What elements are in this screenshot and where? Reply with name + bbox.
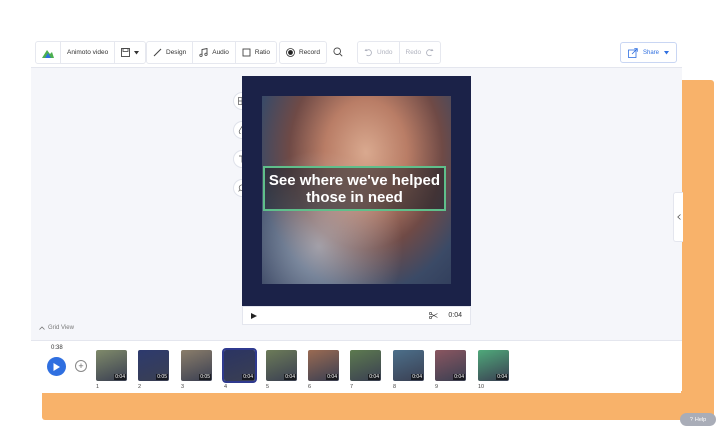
scene-number: 1 [96, 384, 100, 390]
scene-number: 6 [308, 384, 312, 390]
scene-number: 7 [350, 384, 354, 390]
undo-icon [364, 48, 373, 57]
share-label: Share [642, 49, 659, 56]
scene-number: 2 [138, 384, 142, 390]
audio-button[interactable]: Audio [192, 42, 235, 63]
scene-thumbnail[interactable]: 0:04 5 [266, 350, 297, 390]
record-label: Record [299, 49, 320, 56]
ratio-button[interactable]: Ratio [234, 42, 276, 63]
save-menu-button[interactable] [114, 42, 145, 63]
share-button[interactable]: Share [619, 42, 677, 63]
decorative-frame-right [681, 80, 714, 420]
search-group [327, 41, 349, 62]
panel-collapse-tab[interactable] [673, 192, 683, 242]
scene-thumbnail[interactable]: 0:05 3 [181, 350, 212, 390]
scene-number: 5 [266, 384, 270, 390]
add-scene-button[interactable]: + [75, 360, 87, 372]
grid-view-toggle[interactable]: Grid View [39, 325, 74, 331]
caret-down-icon [664, 50, 669, 55]
audio-label: Audio [212, 49, 229, 56]
video-preview[interactable]: See where we've helped those in need [242, 76, 471, 306]
video-editor: Animoto video Design Audio Ratio Record … [31, 37, 716, 426]
scene-thumbnail[interactable]: 0:04 7 [350, 350, 381, 390]
question-icon: ? [689, 416, 693, 423]
design-button[interactable]: Design [147, 42, 192, 63]
scene-timeline: 0:38 + 0:04 1 0:05 2 0:05 3 0:04 4 0:04 5 0:04 6 0:0… [31, 340, 682, 391]
scissors-icon[interactable] [429, 312, 439, 319]
total-duration: 0:38 [51, 345, 63, 351]
scene-thumbnail[interactable]: 0:04 10 [478, 350, 509, 390]
scene-thumbnail[interactable]: 0:04 4 [222, 348, 257, 390]
scene-thumbnail[interactable]: 0:05 2 [138, 350, 169, 390]
redo-label: Redo [405, 49, 422, 56]
grid-view-label: Grid View [48, 325, 74, 331]
scene-duration: 0:04 [114, 374, 126, 380]
scene-number: 9 [435, 384, 439, 390]
history-group: Undo Redo [357, 41, 442, 64]
scene-thumbnail[interactable]: 0:04 1 [96, 350, 127, 390]
help-label: Help [694, 416, 707, 423]
record-button[interactable]: Record [280, 42, 326, 63]
undo-label: Undo [377, 49, 393, 56]
scene-duration: 0:04 [368, 374, 380, 380]
undo-button[interactable]: Undo [358, 42, 399, 63]
search-button[interactable] [327, 41, 349, 62]
crop-icon [242, 48, 251, 57]
clip-time: 0:04 [448, 312, 462, 319]
design-group: Design Audio Ratio [146, 41, 278, 64]
scene-duration: 0:04 [496, 374, 508, 380]
brush-icon [153, 48, 162, 57]
play-icon [53, 362, 60, 371]
caption-text-block[interactable]: See where we've helped those in need [263, 166, 446, 211]
scene-duration: 0:04 [411, 374, 423, 380]
caret-down-icon [134, 50, 140, 55]
record-group: Record [279, 41, 327, 64]
design-label: Design [166, 49, 187, 56]
scene-thumbnail[interactable]: 0:04 8 [393, 350, 424, 390]
project-group: Animoto video [35, 41, 147, 64]
save-icon [121, 48, 131, 57]
decorative-frame-bottom [42, 393, 714, 420]
scene-number: 4 [224, 384, 228, 390]
preview-playbar: 0:04 [242, 306, 471, 325]
chevron-up-icon [39, 326, 45, 330]
caption-line-2: those in need [306, 188, 403, 206]
scene-thumbnail[interactable]: 0:04 9 [435, 350, 466, 390]
logo-button[interactable] [36, 42, 60, 63]
scene-number: 3 [181, 384, 185, 390]
scene-duration: 0:04 [326, 374, 338, 380]
scene-duration: 0:05 [156, 374, 168, 380]
animoto-logo-icon [42, 48, 54, 58]
redo-icon [425, 48, 434, 57]
scene-duration: 0:04 [284, 374, 296, 380]
plus-icon: + [78, 360, 84, 371]
project-title[interactable]: Animoto video [60, 42, 114, 63]
chevron-left-icon [676, 214, 681, 220]
play-icon[interactable] [251, 312, 257, 319]
play-all-button[interactable] [47, 357, 66, 376]
search-icon [333, 46, 343, 57]
scene-number: 10 [478, 384, 485, 390]
music-note-icon [199, 48, 208, 57]
redo-button[interactable]: Redo [398, 42, 441, 63]
caption-line-1: See where we've helped [268, 171, 441, 189]
share-icon [628, 47, 638, 58]
scene-duration: 0:04 [453, 374, 465, 380]
scene-number: 8 [393, 384, 397, 390]
scene-thumbnail[interactable]: 0:04 6 [308, 350, 339, 390]
help-button[interactable]: ? Help [680, 413, 716, 426]
record-icon [286, 48, 295, 57]
scene-duration: 0:04 [242, 374, 254, 380]
ratio-label: Ratio [254, 49, 271, 56]
toolbar: Animoto video Design Audio Ratio Record … [31, 37, 682, 68]
scene-duration: 0:05 [199, 374, 211, 380]
